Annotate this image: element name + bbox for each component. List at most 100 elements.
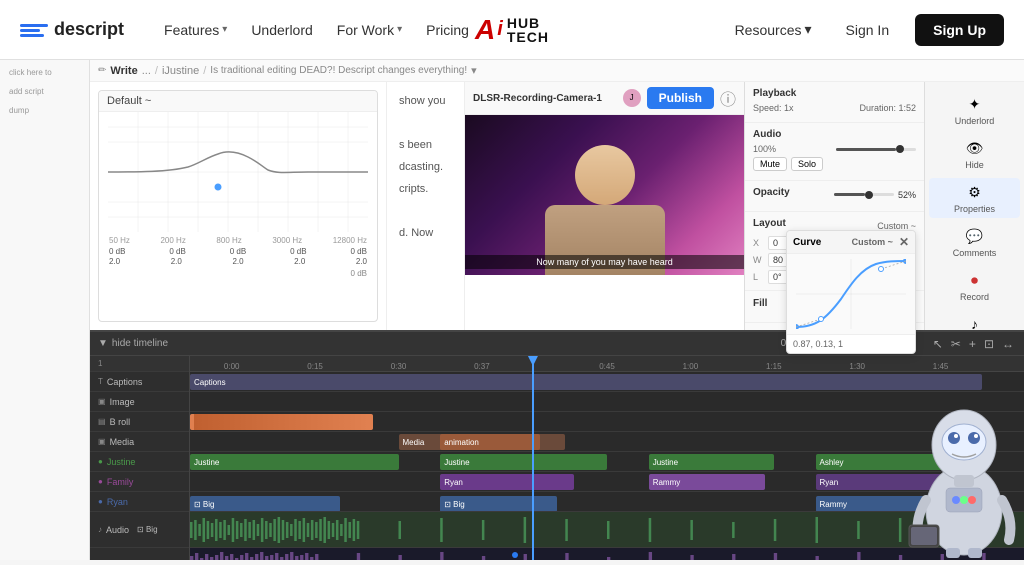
media-track: Media animation (190, 432, 1024, 452)
audio-track (190, 512, 1024, 548)
ryan-clip1[interactable]: ⊡ Big (190, 496, 340, 512)
justine-track: Justine Justine Justine Ashley (190, 452, 1024, 472)
ruler-45: 0:45 (599, 362, 615, 371)
hide-panel-item[interactable]: 👁 Hide (929, 134, 1020, 174)
breadcrumb-bar: ✏ Write ... / iJustine / Is traditional … (90, 60, 1024, 82)
eq-canvas[interactable] (99, 112, 377, 232)
ai-letter-i: i (497, 18, 503, 41)
info-icon[interactable]: ⓘ (720, 86, 736, 110)
eq-title[interactable]: Default ~ (107, 95, 151, 107)
properties-label: Properties (954, 204, 995, 214)
video-frame: ijustine Now many of you may have heard (465, 115, 744, 275)
video-subtitle: Now many of you may have heard (465, 255, 744, 269)
curve-canvas[interactable] (787, 254, 915, 334)
justine-clip4[interactable]: Ashley (816, 454, 983, 470)
comments-panel-item[interactable]: 💬 Comments (929, 222, 1020, 262)
script-waveform-svg: I'm guys, it's Justin... today's vi... I… (190, 548, 1024, 560)
curve-preset[interactable]: Custom ~ (852, 237, 893, 247)
broll-icon: ▤ (98, 417, 106, 426)
family-track: Ryan Rammy Ryan (190, 472, 1024, 492)
l-label: L (753, 272, 765, 282)
script-line-4: dcasting. (399, 156, 452, 178)
zoom-fit-tool[interactable]: ⊡ (982, 337, 996, 351)
record-icon: ⏺ (965, 270, 985, 290)
eq-curve (99, 112, 377, 232)
logo-text: descript (54, 19, 124, 40)
cursor-tool[interactable]: ↖ (931, 337, 945, 351)
underlord-panel-item[interactable]: ✦ Underlord (929, 90, 1020, 130)
close-icon[interactable]: ✕ (899, 235, 909, 249)
custom-preset[interactable]: Custom ~ (877, 221, 916, 231)
animation-clip[interactable]: animation (440, 434, 540, 450)
zoom-tool[interactable]: ↔ (1000, 337, 1016, 351)
nav-features[interactable]: Features ▾ (154, 16, 237, 44)
family-clip1[interactable]: Ryan (440, 474, 573, 490)
left-sidebar: click here to add script dump (0, 60, 90, 560)
audio-label: ♪ Audio ⊡ Big (90, 512, 189, 548)
publish-button[interactable]: Publish (647, 87, 714, 109)
justine-clip2[interactable]: Justine (440, 454, 607, 470)
captions-clip[interactable]: Captions (190, 374, 982, 390)
mute-button[interactable]: Mute (753, 157, 787, 171)
timeline-tools: ↖ ✂ + ⊡ ↔ (931, 337, 1016, 351)
opacity-row: Opacity 52% (753, 187, 916, 202)
family-clip3[interactable]: Ryan (816, 474, 983, 490)
ryan-clip2[interactable]: ⊡ Big (440, 496, 557, 512)
music-icon: ♪ (965, 314, 985, 330)
signup-button[interactable]: Sign Up (915, 14, 1004, 46)
properties-panel-item[interactable]: ⚙ Properties (929, 178, 1020, 218)
add-tool[interactable]: + (967, 337, 978, 351)
underlord-label: Underlord (955, 116, 995, 126)
signin-button[interactable]: Sign In (830, 14, 906, 46)
chevron-down-icon: ▾ (397, 24, 402, 35)
chevron-down-icon: ▾ (222, 24, 227, 35)
ruler-115: 1:15 (766, 362, 782, 371)
family-icon: ● (98, 477, 103, 486)
script-line-2 (399, 112, 452, 134)
breadcrumb-title: Is traditional editing DEAD?! Descript c… (210, 65, 467, 76)
captions-label: T Captions (90, 372, 189, 392)
ruler: 0:00 0:15 0:30 0:37 0:45 1:00 1:15 1:30 … (190, 356, 1024, 372)
cut-tool[interactable]: ✂ (949, 337, 963, 351)
eq-bands: 50 Hz200 Hz800 Hz3000 Hz12800 Hz 0 dB0 d… (99, 232, 377, 282)
mute-solo-buttons: Mute Solo (753, 157, 823, 171)
audio-waveform (190, 512, 1024, 547)
record-panel-item[interactable]: ⏺ Record (929, 266, 1020, 306)
nav-pricing[interactable]: Pricing (416, 16, 479, 44)
curve-footer: 0.87, 0.13, 1 (787, 334, 915, 353)
script-line-3: s been (399, 134, 452, 156)
nav-resources[interactable]: Resources ▾ (727, 15, 820, 44)
sidebar-text: click here to add script dump (0, 60, 89, 124)
timeline-toggle[interactable]: ▼ hide timeline (98, 338, 168, 349)
nav-underlord[interactable]: Underlord (241, 16, 322, 44)
justine-clip1[interactable]: Justine (190, 454, 399, 470)
timeline-tracks-area: 0:00 0:15 0:30 0:37 0:45 1:00 1:15 1:30 … (190, 356, 1024, 560)
volume-value: 100% (753, 144, 776, 154)
justine-icon: ● (98, 457, 103, 466)
properties-icon: ⚙ (965, 182, 985, 202)
w-label: W (753, 255, 765, 265)
curve-coords: 0.87, 0.13, 1 (793, 339, 843, 349)
comments-label: Comments (953, 248, 997, 258)
broll-clip[interactable] (190, 414, 373, 430)
nav-forwork[interactable]: For Work ▾ (327, 16, 412, 44)
justine-clip3[interactable]: Justine (649, 454, 774, 470)
edit-icon: ✏ (98, 65, 106, 76)
music-panel-item[interactable]: ♪ Music (929, 310, 1020, 330)
script-line-1: show you (399, 90, 452, 112)
family-clip2[interactable]: Rammy (649, 474, 766, 490)
volume-slider[interactable] (836, 148, 916, 151)
timeline: ▼ hide timeline 0:37 / 3:03 ⏮ ▶ ⏭ ↺ ↖ ✂ … (90, 330, 1024, 560)
right-panel: ✦ Underlord 👁 Hide ⚙ Properties 💬 Commen… (924, 82, 1024, 330)
solo-button[interactable]: Solo (791, 157, 823, 171)
opacity-slider[interactable] (834, 193, 894, 196)
write-tab[interactable]: Write (110, 65, 137, 77)
record-label: Record (960, 292, 989, 302)
x-label: X (753, 238, 765, 248)
script-panel[interactable]: show you s been dcasting. cripts. d. Now (386, 82, 464, 330)
ai-letter-a: A (475, 16, 495, 44)
center-logo: A i HUB TECH (475, 16, 549, 44)
logo[interactable]: descript (20, 19, 124, 40)
hide-timeline-label: hide timeline (112, 338, 168, 349)
ryan-clip3[interactable]: Rammy (816, 496, 983, 512)
